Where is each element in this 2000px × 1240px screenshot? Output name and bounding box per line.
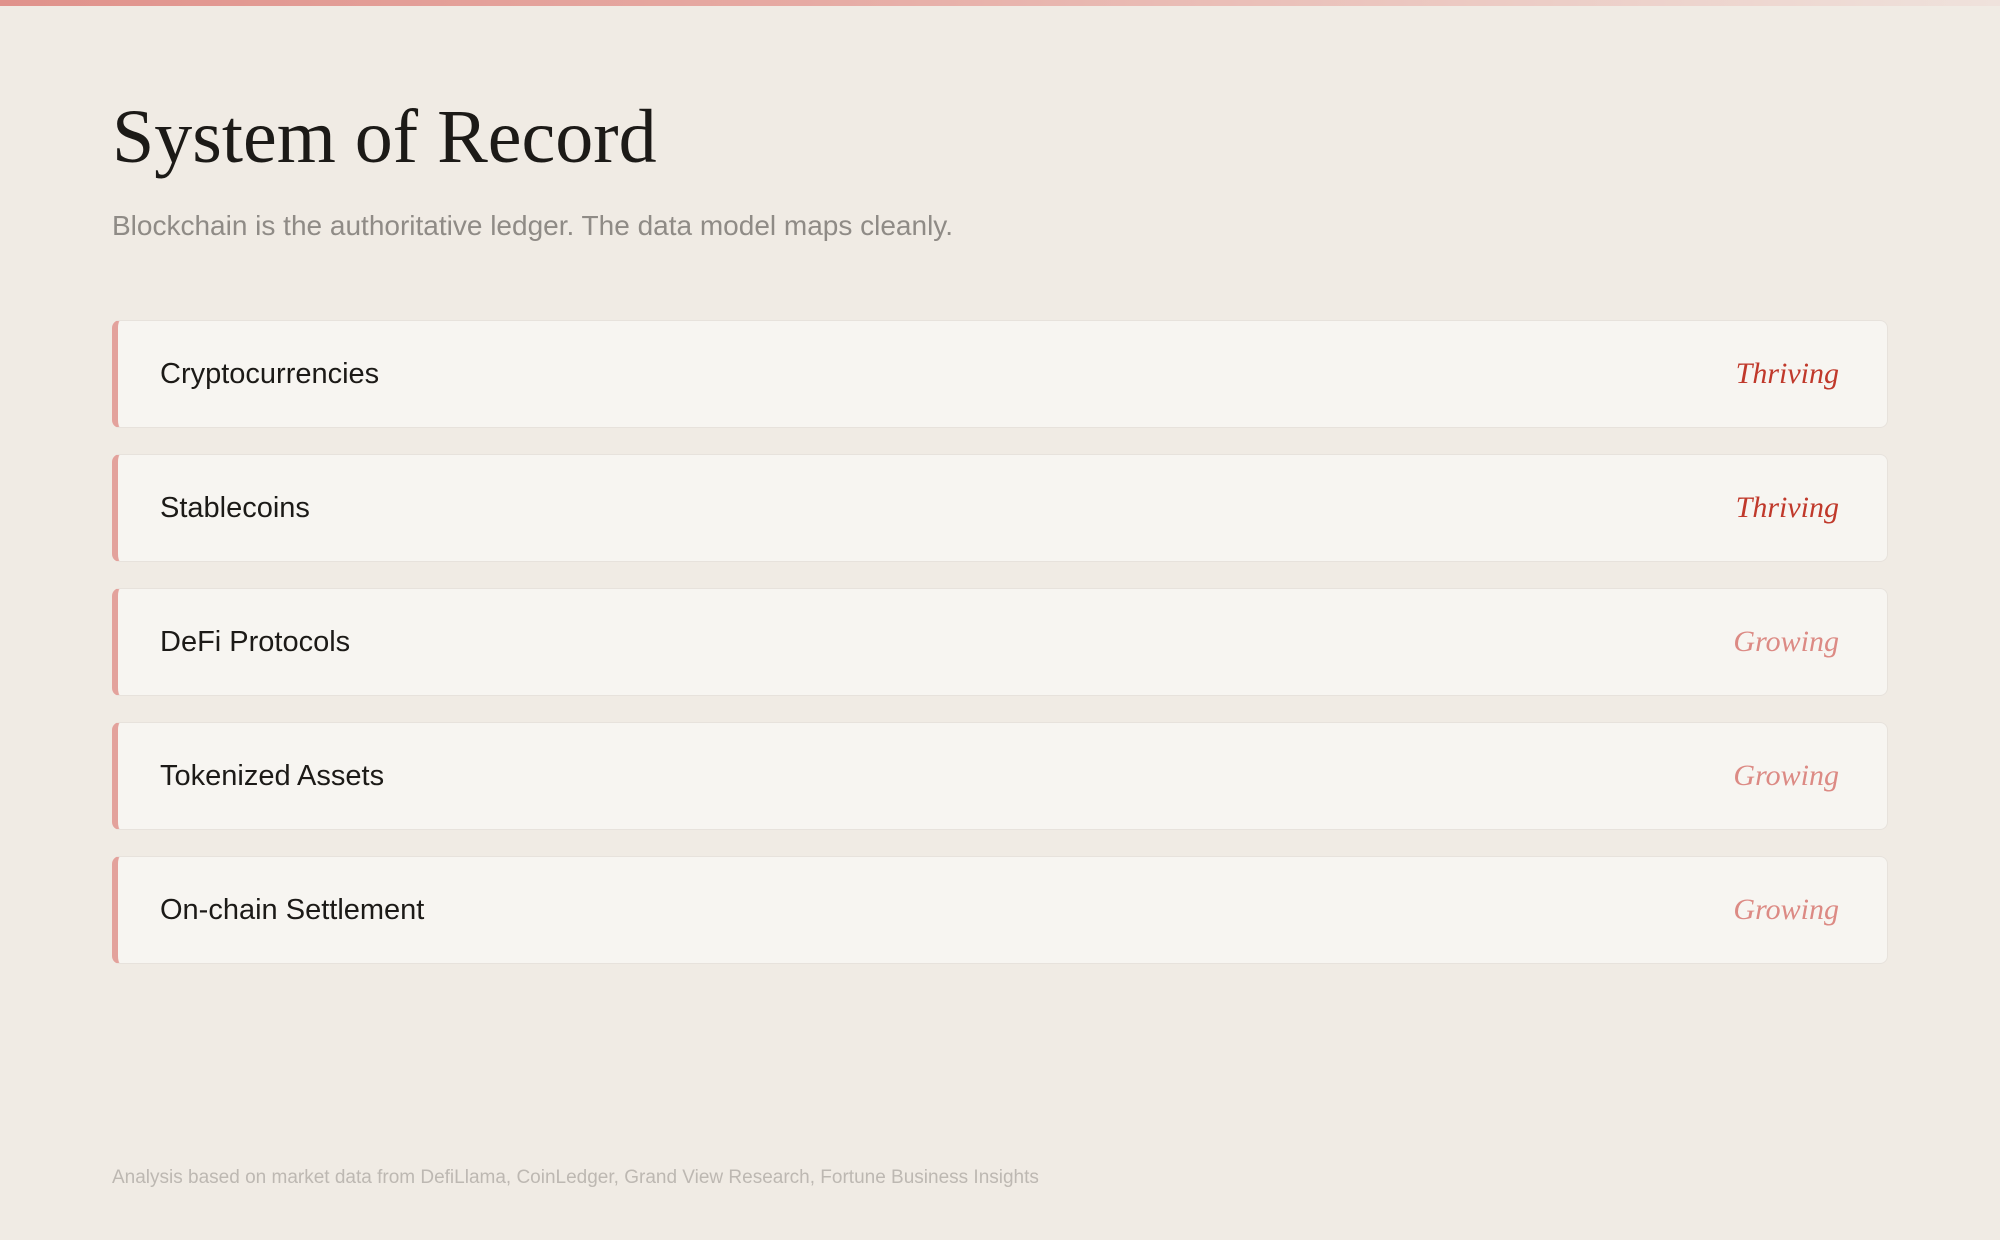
list-item-defi-protocols: DeFi Protocols Growing	[112, 588, 1888, 696]
status-label: Growing	[1733, 893, 1839, 926]
list-item-on-chain-settlement: On-chain Settlement Growing	[112, 856, 1888, 964]
status-label: Thriving	[1735, 491, 1839, 524]
page-subtitle: Blockchain is the authoritative ledger. …	[112, 210, 953, 241]
page-title: System of Record	[112, 95, 657, 179]
status-label: Thriving	[1735, 357, 1839, 390]
list-item-label: DeFi Protocols	[160, 625, 351, 658]
status-label: Growing	[1733, 625, 1839, 658]
list-item-label: Cryptocurrencies	[160, 357, 380, 390]
list-item-stablecoins: Stablecoins Thriving	[112, 454, 1888, 562]
list-item-label: Tokenized Assets	[160, 759, 385, 792]
list-item-label: On-chain Settlement	[160, 893, 425, 926]
category-list: Cryptocurrencies Thriving Stablecoins Th…	[112, 320, 1888, 990]
status-label: Growing	[1733, 759, 1839, 792]
list-item-cryptocurrencies: Cryptocurrencies Thriving	[112, 320, 1888, 428]
footer-source-note: Analysis based on market data from DefiL…	[112, 1167, 1039, 1188]
top-accent-bar	[0, 0, 2000, 6]
list-item-tokenized-assets: Tokenized Assets Growing	[112, 722, 1888, 830]
list-item-label: Stablecoins	[160, 491, 310, 524]
